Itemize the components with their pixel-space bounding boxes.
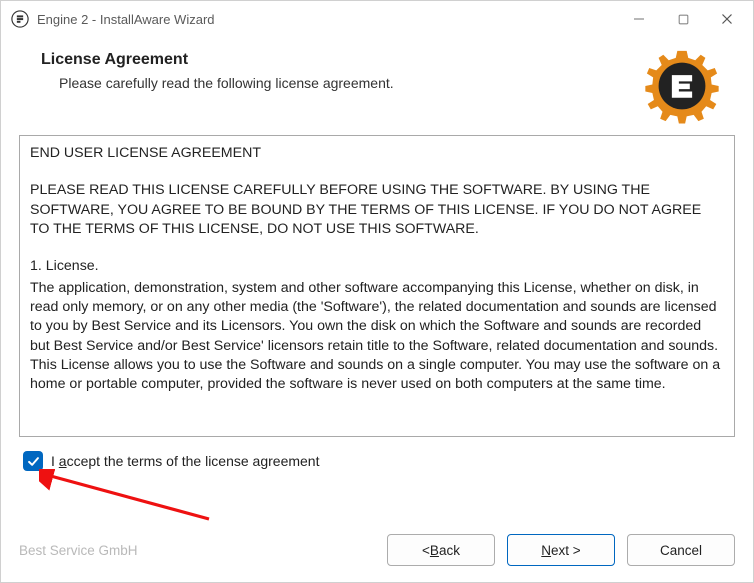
check-icon <box>27 455 40 468</box>
page-subtitle: Please carefully read the following lice… <box>59 75 394 91</box>
accept-row: I accept the terms of the license agreem… <box>19 451 735 471</box>
accept-label[interactable]: I accept the terms of the license agreem… <box>51 453 320 469</box>
accept-checkbox[interactable] <box>23 451 43 471</box>
close-button[interactable] <box>705 4 749 34</box>
license-text-box[interactable]: END USER LICENSE AGREEMENT PLEASE READ T… <box>19 135 735 437</box>
next-button[interactable]: Next > <box>507 534 615 566</box>
installer-window: Engine 2 - InstallAware Wizard License A… <box>0 0 754 583</box>
button-row: < Back Next > Cancel <box>387 534 735 566</box>
eula-section-1-title: 1. License. <box>30 257 724 276</box>
eula-section-1-body: The application, demonstration, system a… <box>30 279 724 395</box>
back-button[interactable]: < Back <box>387 534 495 566</box>
window-title: Engine 2 - InstallAware Wizard <box>37 12 617 27</box>
header-text-block: License Agreement Please carefully read … <box>41 51 394 91</box>
page-header: License Agreement Please carefully read … <box>1 37 753 135</box>
close-icon <box>721 13 733 25</box>
maximize-button[interactable] <box>661 4 705 34</box>
content-area: END USER LICENSE AGREEMENT PLEASE READ T… <box>1 135 753 528</box>
page-title: License Agreement <box>41 51 394 69</box>
app-icon <box>11 10 29 28</box>
minimize-button[interactable] <box>617 4 661 34</box>
titlebar: Engine 2 - InstallAware Wizard <box>1 1 753 37</box>
footer: Best Service GmbH < Back Next > Cancel <box>1 528 753 582</box>
engine-logo <box>643 47 721 125</box>
eula-intro: PLEASE READ THIS LICENSE CAREFULLY BEFOR… <box>30 181 724 239</box>
company-label: Best Service GmbH <box>19 543 387 558</box>
window-controls <box>617 4 749 34</box>
maximize-icon <box>678 14 689 25</box>
cancel-button[interactable]: Cancel <box>627 534 735 566</box>
eula-heading: END USER LICENSE AGREEMENT <box>30 144 724 163</box>
minimize-icon <box>633 13 645 25</box>
